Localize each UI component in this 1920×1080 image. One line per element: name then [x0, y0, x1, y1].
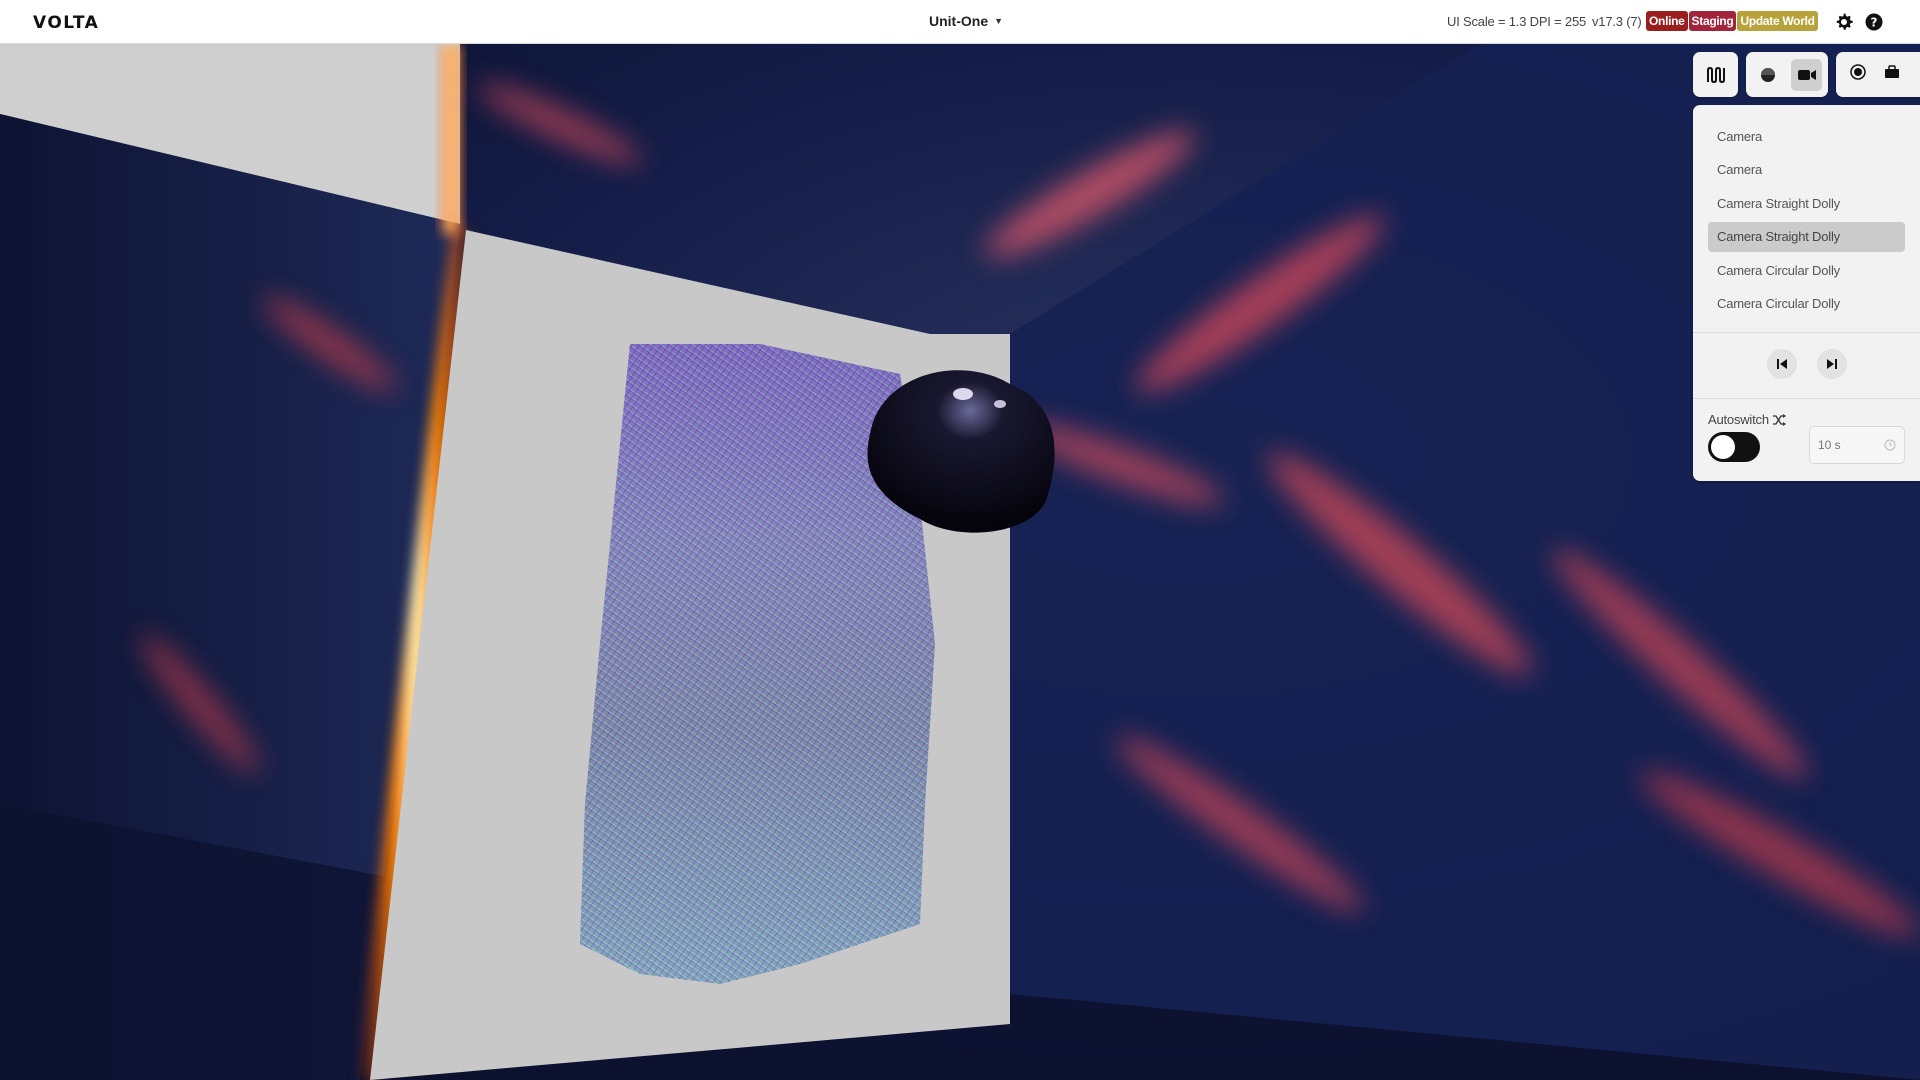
sequencer-icon[interactable] — [1700, 59, 1732, 91]
camera-list-item[interactable]: Camera Straight Dolly — [1708, 188, 1905, 218]
top-bar: VOLTA Unit-One ▼ UI Scale = 1.3 DPI = 25… — [0, 0, 1920, 44]
help-icon[interactable]: ? — [1864, 12, 1884, 32]
autoswitch-label: Autoswitch — [1708, 412, 1769, 427]
skip-forward-icon — [1826, 359, 1837, 369]
project-selector[interactable]: Unit-One ▼ — [929, 13, 1003, 29]
clock-icon — [1884, 439, 1896, 451]
next-camera-button[interactable] — [1816, 349, 1847, 379]
staging-badge[interactable]: Staging — [1688, 11, 1737, 31]
camera-panel: Camera Camera Camera Straight Dolly Came… — [1693, 105, 1920, 481]
ui-scale-readout: UI Scale = 1.3 DPI = 255 — [1447, 14, 1587, 29]
autoswitch-toggle[interactable] — [1708, 432, 1760, 462]
camera-list-item[interactable]: Camera — [1708, 155, 1905, 185]
camera-list-item[interactable]: Camera Circular Dolly — [1708, 255, 1905, 285]
sequencer-toolgroup — [1693, 52, 1738, 97]
3d-viewport[interactable] — [0, 44, 1920, 1080]
briefcase-icon[interactable] — [1884, 65, 1900, 84]
settings-gear-icon[interactable] — [1834, 12, 1854, 32]
light-edge-glow — [438, 44, 464, 234]
camera-list-item[interactable]: Camera Circular Dolly — [1708, 289, 1905, 319]
record-icon[interactable] — [1850, 64, 1866, 85]
status-badges: Online Staging Update World — [1646, 11, 1818, 31]
toggle-knob — [1711, 435, 1735, 459]
autoswitch-label-row: Autoswitch — [1708, 412, 1786, 427]
camera-list-item-selected[interactable]: Camera Straight Dolly — [1708, 221, 1905, 252]
online-badge[interactable]: Online — [1646, 11, 1688, 31]
view-toolgroup — [1746, 52, 1828, 97]
shuffle-icon — [1772, 413, 1786, 426]
app-logo[interactable]: VOLTA — [33, 13, 99, 33]
svg-text:?: ? — [1871, 16, 1878, 30]
update-world-button[interactable]: Update World — [1737, 11, 1818, 31]
camera-list: Camera Camera Camera Straight Dolly Came… — [1693, 105, 1920, 319]
video-camera-icon[interactable] — [1791, 58, 1822, 91]
sphere-icon[interactable] — [1752, 59, 1783, 91]
skip-back-icon — [1776, 359, 1787, 369]
project-name: Unit-One — [929, 13, 989, 29]
camera-list-item[interactable]: Camera — [1708, 121, 1905, 151]
panel-divider — [1693, 398, 1920, 399]
interval-input[interactable] — [1818, 438, 1874, 452]
version-label: v17.3 (7) — [1592, 14, 1642, 29]
chevron-down-icon: ▼ — [994, 16, 1004, 26]
panel-divider — [1693, 332, 1920, 333]
output-toolgroup — [1836, 52, 1920, 97]
previous-camera-button[interactable] — [1766, 349, 1797, 379]
camera-transport — [1693, 349, 1920, 379]
autoswitch-interval-field[interactable] — [1809, 426, 1905, 464]
